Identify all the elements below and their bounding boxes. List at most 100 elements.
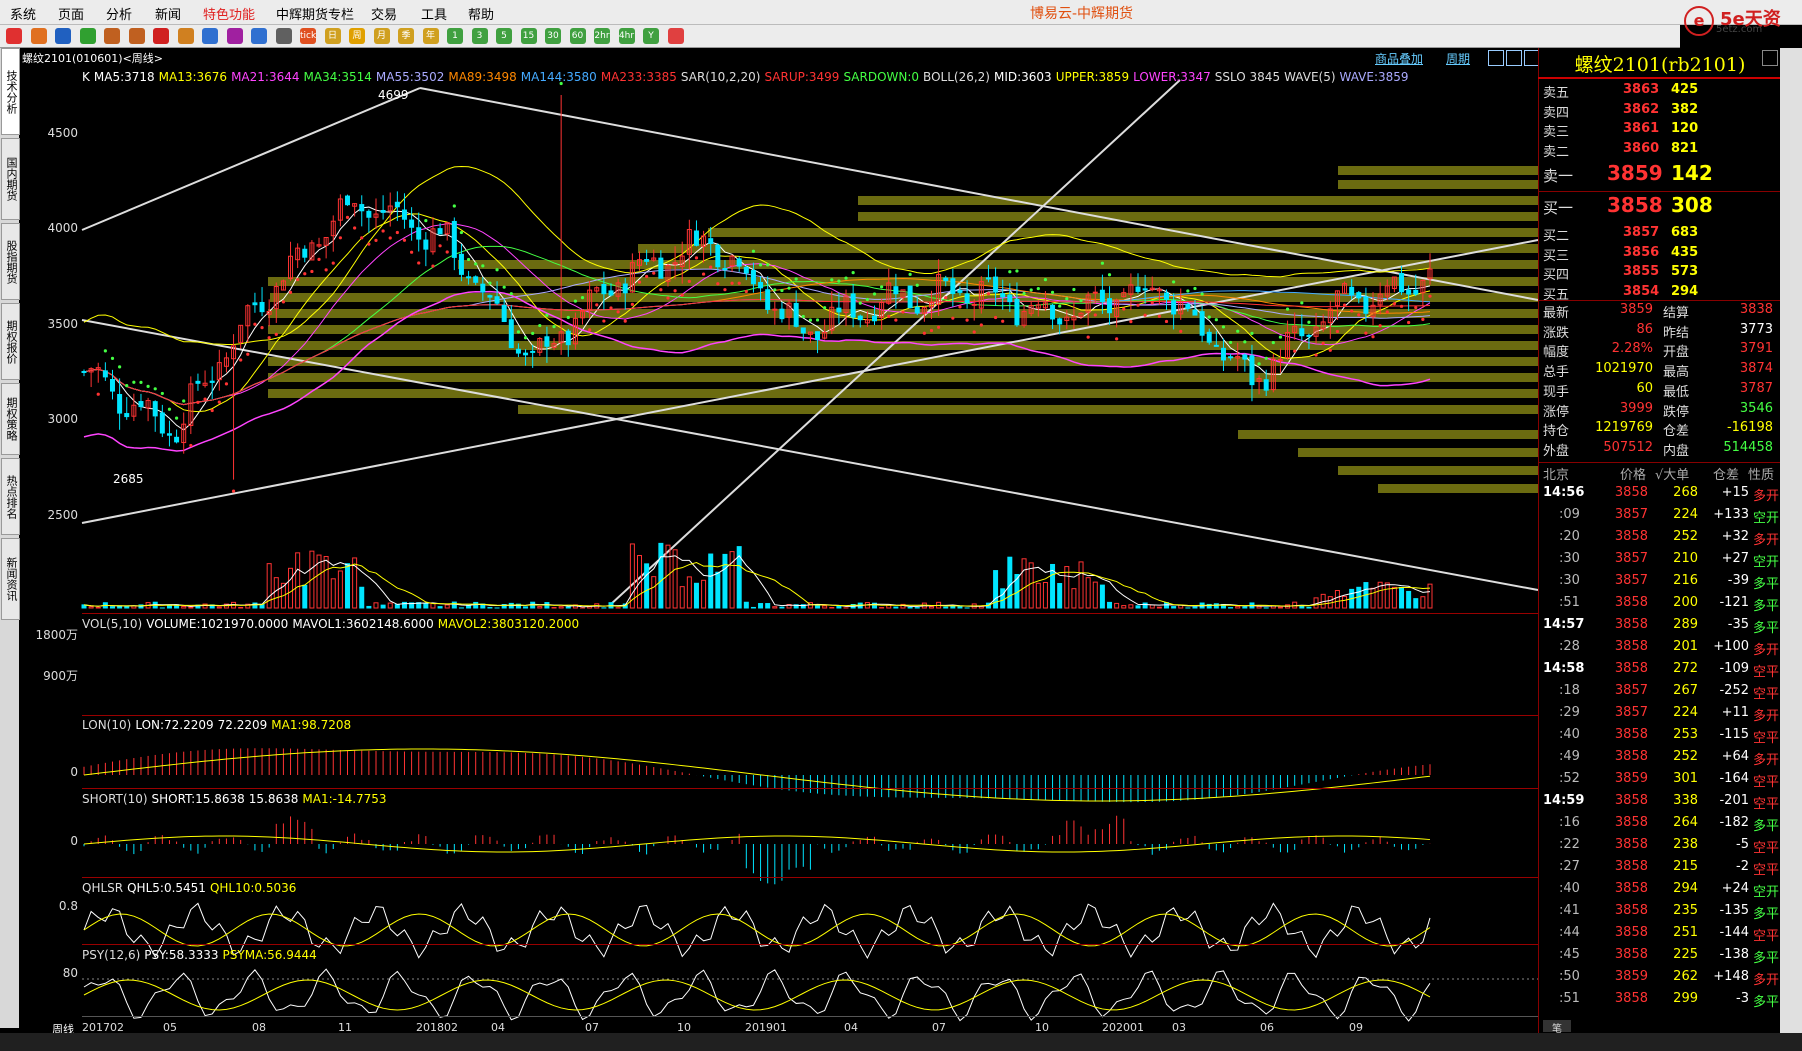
low-price-mark: 2685 <box>113 472 144 486</box>
tick-row[interactable]: 14:58 3858 272 -109 空平 <box>1543 661 1779 681</box>
tick-row[interactable]: :40 3858 294 +24 空开 <box>1543 881 1779 901</box>
5min-icon[interactable]: 5 <box>496 28 512 44</box>
eraser-icon[interactable] <box>202 28 218 44</box>
menu-news[interactable]: 新闻 <box>155 4 181 23</box>
tick-cell: -144 <box>1719 925 1749 940</box>
back-icon[interactable] <box>6 28 22 44</box>
left-tab-6[interactable]: 新闻资讯 <box>1 538 20 620</box>
tick-row[interactable]: :49 3858 252 +64 多开 <box>1543 749 1779 769</box>
draw-icon[interactable] <box>153 28 169 44</box>
1min-icon[interactable]: 1 <box>447 28 463 44</box>
stat-value: 60 <box>1636 380 1653 396</box>
year-icon[interactable]: 年 <box>422 28 439 44</box>
home-icon[interactable] <box>30 28 47 44</box>
window-icon[interactable] <box>1506 50 1522 66</box>
day-icon[interactable]: 日 <box>324 28 341 44</box>
pen-icon[interactable] <box>177 28 194 44</box>
period-button[interactable]: 周期 <box>1446 50 1470 67</box>
tick-row[interactable]: :52 3859 301 -164 空平 <box>1543 771 1779 791</box>
legend-item: SAR(10,2,20) <box>680 70 761 84</box>
tick-cell: 252 <box>1673 529 1698 544</box>
menu-help[interactable]: 帮助 <box>468 4 494 23</box>
tick-row[interactable]: :44 3858 251 -144 空平 <box>1543 925 1779 945</box>
tick-row[interactable]: :27 3858 215 -2 空平 <box>1543 859 1779 879</box>
30min-icon[interactable]: 30 <box>545 28 561 44</box>
menu-system[interactable]: 系统 <box>10 4 36 23</box>
left-tab-4[interactable]: 期权策略 <box>1 383 20 455</box>
left-tab-1[interactable]: 国内期货 <box>1 138 20 220</box>
tick-row[interactable]: :40 3858 253 -115 空平 <box>1543 727 1779 747</box>
bid-row[interactable]: 买二 3857 683 <box>1543 225 1775 245</box>
tick-footer-tab[interactable]: 笔 <box>1543 1020 1571 1035</box>
menu-page[interactable]: 页面 <box>58 4 84 23</box>
refresh-icon[interactable] <box>79 28 96 44</box>
pane-divider[interactable] <box>82 715 1538 716</box>
tick-row[interactable]: 14:59 3858 338 -201 空平 <box>1543 793 1779 813</box>
menu-analysis[interactable]: 分析 <box>106 4 132 23</box>
tick-row[interactable]: :20 3858 252 +32 多开 <box>1543 529 1779 549</box>
ask-row[interactable]: 卖三 3861 120 <box>1543 121 1775 141</box>
tick-row[interactable]: :29 3857 224 +11 多开 <box>1543 705 1779 725</box>
lon-tick: 0 <box>70 765 78 779</box>
y-icon[interactable]: Y <box>643 28 659 44</box>
ob-volume: 308 <box>1671 192 1713 217</box>
tick-row[interactable]: :28 3858 201 +100 多开 <box>1543 639 1779 659</box>
ask-row[interactable]: 卖五 3863 425 <box>1543 82 1775 102</box>
pin-icon[interactable] <box>226 28 243 44</box>
tick-row[interactable]: :45 3858 225 -138 多平 <box>1543 947 1779 967</box>
legend-item: BOLL(26,2) <box>923 70 990 84</box>
pane-divider[interactable] <box>82 944 1538 945</box>
tick-row[interactable]: :16 3858 264 -182 多平 <box>1543 815 1779 835</box>
tick-row[interactable]: :22 3858 238 -5 空平 <box>1543 837 1779 857</box>
2hr-icon[interactable]: 2hr <box>594 28 610 44</box>
pane-divider[interactable] <box>82 788 1538 789</box>
tick-cell: +148 <box>1713 969 1749 984</box>
tick-row[interactable]: :18 3857 267 -252 空平 <box>1543 683 1779 703</box>
tick-row[interactable]: :51 3858 299 -3 多平 <box>1543 991 1779 1011</box>
menu-features[interactable]: 特色功能 <box>203 4 255 23</box>
15min-icon[interactable]: 15 <box>520 28 537 44</box>
3min-icon[interactable]: 3 <box>471 28 488 44</box>
tick-row[interactable]: 14:57 3858 289 -35 多平 <box>1543 617 1779 637</box>
left-tab-5[interactable]: 热点排名 <box>1 458 20 535</box>
tick-row[interactable]: :41 3858 235 -135 多平 <box>1543 903 1779 923</box>
pane-divider[interactable] <box>82 613 1538 614</box>
tick-row[interactable]: :30 3857 216 -39 多平 <box>1543 573 1779 593</box>
tick-row[interactable]: :30 3857 210 +27 空开 <box>1543 551 1779 571</box>
ask-row[interactable]: 卖一 3859 142 <box>1543 161 1775 191</box>
menu-tools[interactable]: 工具 <box>421 4 447 23</box>
left-tab-0[interactable]: 技术分析 <box>1 48 20 135</box>
tick-row[interactable]: :51 3858 200 -121 多平 <box>1543 595 1779 615</box>
bid-row[interactable]: 买三 3856 435 <box>1543 245 1775 265</box>
stat-row: 幅度 2.28% 开盘 3791 <box>1543 341 1775 360</box>
menu-zhonghui[interactable]: 中辉期货专栏 <box>276 4 354 23</box>
zoom-icon[interactable] <box>251 28 267 44</box>
forward-icon[interactable] <box>55 28 71 44</box>
table-icon[interactable] <box>275 28 292 44</box>
overlay-button[interactable]: 商品叠加 <box>1375 50 1423 67</box>
left-tab-3[interactable]: 期权报价 <box>1 303 20 380</box>
60min-icon[interactable]: 60 <box>569 28 586 44</box>
zoom-in-icon[interactable] <box>104 28 120 44</box>
ask-row[interactable]: 卖四 3862 382 <box>1543 102 1775 122</box>
panel-toggle-icon[interactable] <box>1762 50 1778 66</box>
zoom-out-icon[interactable] <box>128 28 145 44</box>
quarter-icon[interactable]: 季 <box>398 28 414 44</box>
bid-row[interactable]: 买一 3858 308 <box>1543 193 1775 223</box>
tick-row[interactable]: :50 3859 262 +148 多开 <box>1543 969 1779 989</box>
menu-trade[interactable]: 交易 <box>371 4 397 23</box>
tick-row[interactable]: :09 3857 224 +133 空开 <box>1543 507 1779 527</box>
tick-icon[interactable]: tick <box>300 28 316 44</box>
pane-divider[interactable] <box>82 877 1538 878</box>
bid-row[interactable]: 买四 3855 573 <box>1543 264 1775 284</box>
tick-row[interactable]: 14:56 3858 268 +15 多开 <box>1543 485 1779 505</box>
week-icon[interactable]: 周 <box>349 28 365 44</box>
4hr-icon[interactable]: 4hr <box>618 28 635 44</box>
layout-icon[interactable] <box>1488 50 1504 66</box>
ask-row[interactable]: 卖二 3860 821 <box>1543 141 1775 161</box>
month-icon[interactable]: 月 <box>373 28 390 44</box>
right-scrollbar[interactable] <box>1780 48 1802 1033</box>
tick-cell: 201 <box>1673 639 1698 654</box>
calc-icon[interactable] <box>667 28 684 44</box>
left-tab-2[interactable]: 股指期货 <box>1 223 20 300</box>
